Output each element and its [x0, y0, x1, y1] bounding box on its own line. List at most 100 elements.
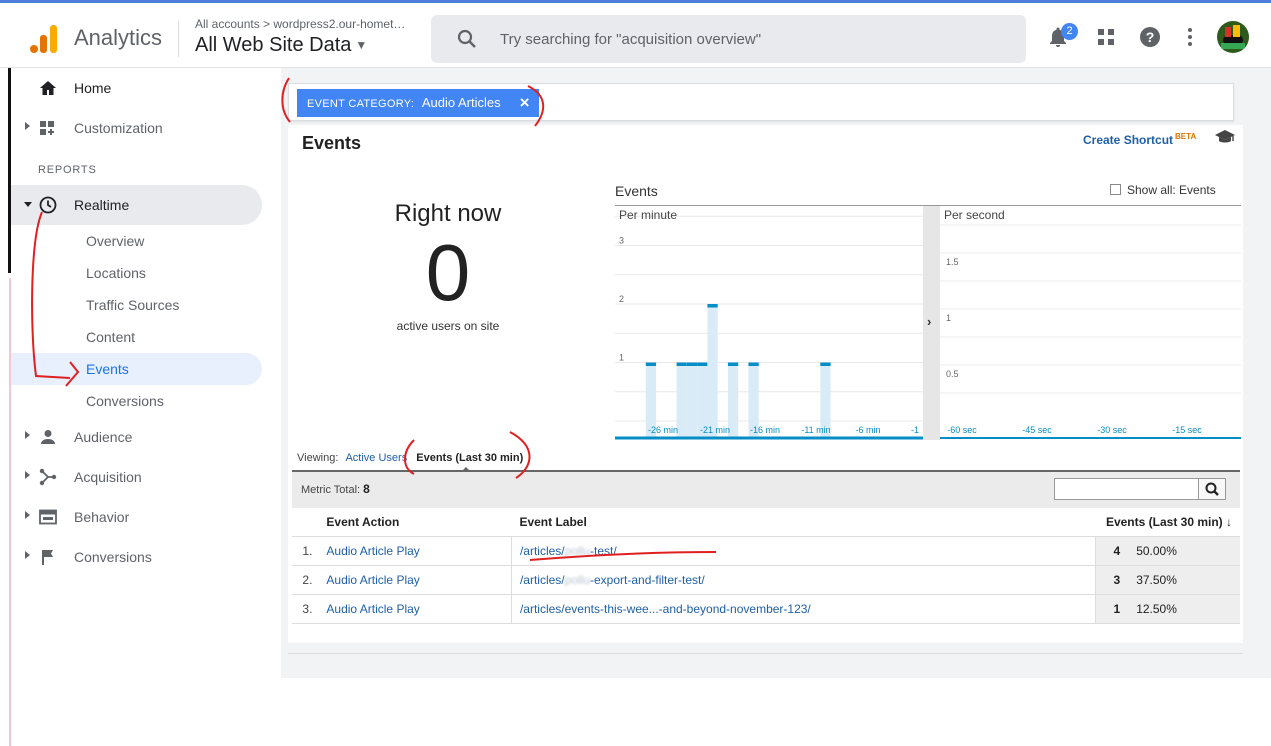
reports-section-label: REPORTS	[38, 164, 97, 176]
viewing-label: Viewing:	[297, 452, 339, 464]
chart-splitter[interactable]	[923, 206, 940, 440]
clock-icon	[39, 196, 57, 214]
app-name: Analytics	[74, 25, 163, 50]
per-second-label: Per second	[944, 208, 1005, 222]
sidebar-item-audience[interactable]: Audience	[11, 417, 262, 457]
sidebar-item-home[interactable]: Home	[11, 68, 262, 108]
viewing-option-events[interactable]: Events (Last 30 min)	[416, 452, 523, 464]
account-breadcrumb[interactable]: All accounts > wordpress2.our-homet…	[195, 17, 405, 31]
event-percent: 50.00%	[1128, 536, 1240, 566]
graduation-cap-icon[interactable]	[1214, 129, 1236, 145]
sidebar: Home Customization REPORTS Realtime Over…	[11, 68, 281, 678]
apps-grid-icon[interactable]	[1094, 25, 1118, 49]
x-tick-label: -45 sec	[1022, 425, 1052, 435]
sidebar-subitem-locations[interactable]: Locations	[11, 257, 262, 289]
index-column-header	[292, 508, 319, 537]
sidebar-item-realtime[interactable]: Realtime	[11, 185, 262, 225]
bar-cap	[686, 362, 698, 366]
events-chart-svg: Per minute 1 2 3 -26 min -21 min -16 min -11 …	[615, 205, 1241, 440]
x-tick-label: -11 min	[801, 425, 830, 435]
metric-total-label: Metric Total:	[301, 484, 361, 496]
show-all-checkbox[interactable]	[1110, 184, 1121, 195]
x-tick-label: -21 min	[700, 425, 730, 435]
create-shortcut-label: Create Shortcut	[1083, 133, 1174, 147]
column-header-events-label: Events (Last 30 min)	[1105, 514, 1223, 529]
column-header-event-label[interactable]: Event Label	[511, 508, 1096, 537]
expand-arrow-icon	[25, 431, 30, 439]
bar	[676, 362, 687, 438]
filter-key: EVENT CATEGORY:	[307, 98, 415, 110]
bar-cap	[820, 362, 831, 366]
viewing-option-active-users[interactable]: Active Users	[345, 452, 407, 464]
event-label-link[interactable]: /articles/events-this-wee...-and-beyond-…	[510, 594, 1096, 624]
bar-cap	[697, 362, 708, 366]
viewing-switcher: Viewing: Active Users Events (Last 30 mi…	[297, 452, 523, 464]
event-label-suffix: -export-and-filter-test/	[590, 572, 705, 587]
sidebar-subitem-conversions[interactable]: Conversions	[11, 385, 262, 417]
table-row: 1. Audio Article Play /articles/pollu-te…	[292, 536, 1240, 566]
customization-icon	[40, 121, 54, 135]
table-search-input[interactable]	[1054, 478, 1226, 500]
sidebar-item-behavior[interactable]: Behavior	[11, 497, 262, 537]
behavior-icon	[39, 509, 57, 525]
home-icon	[40, 81, 56, 95]
notification-badge: 2	[1061, 23, 1078, 40]
table-row: 2. Audio Article Play /articles/pollu-ex…	[292, 565, 1240, 595]
search-icon	[1205, 482, 1219, 496]
view-selector[interactable]: All Web Site Data ▼	[195, 34, 367, 57]
y-tick-label: 1	[619, 353, 624, 363]
create-shortcut-link[interactable]: Create Shortcut BETA	[1083, 132, 1196, 147]
event-label-suffix: -test/	[590, 543, 617, 558]
x-tick-label: -30 sec	[1097, 425, 1127, 435]
event-label-link[interactable]: /articles/pollu-export-and-filter-test/	[510, 565, 1096, 595]
sidebar-item-label: Acquisition	[74, 469, 142, 485]
event-action-link[interactable]: Audio Article Play	[318, 536, 512, 566]
events-panel: Events Create Shortcut BETA Right now 0 a…	[288, 125, 1243, 643]
sidebar-subitem-content[interactable]: Content	[11, 321, 262, 353]
bar	[707, 304, 718, 438]
chart-title: Events	[615, 183, 658, 199]
bar-cap	[645, 362, 657, 366]
help-icon[interactable]: ?	[1138, 25, 1162, 49]
bar-cap	[707, 304, 718, 308]
more-vert-icon[interactable]	[1178, 25, 1202, 49]
table-search-button[interactable]	[1198, 478, 1226, 500]
remove-filter-icon[interactable]: ×	[520, 89, 530, 117]
panel-footer-divider	[288, 653, 1243, 654]
sidebar-item-label: Realtime	[74, 197, 130, 213]
column-header-event-action[interactable]: Event Action	[318, 508, 512, 537]
sidebar-subitem-label: Content	[86, 329, 136, 345]
y-tick-label: 1	[946, 313, 951, 323]
event-action-link[interactable]: Audio Article Play	[318, 594, 512, 624]
sidebar-subitem-traffic-sources[interactable]: Traffic Sources	[11, 289, 262, 321]
event-label-prefix: /articles/events-this-wee...-and-beyond-…	[519, 601, 811, 616]
sidebar-item-acquisition[interactable]: Acquisition	[11, 457, 262, 497]
sidebar-item-customization[interactable]: Customization	[11, 108, 262, 148]
beta-badge: BETA	[1175, 132, 1197, 141]
event-label-prefix: /articles/	[519, 543, 565, 558]
active-users-caption: active users on site	[396, 319, 500, 333]
analytics-logo[interactable]	[28, 23, 58, 53]
x-tick-label: -1	[911, 425, 919, 435]
event-action-link[interactable]: Audio Article Play	[318, 565, 512, 595]
y-tick-label: 0.5	[946, 369, 959, 379]
x-tick-label: -26 min	[648, 425, 678, 435]
sidebar-subitem-events[interactable]: Events	[11, 353, 262, 385]
sort-desc-icon: ↓	[1226, 514, 1232, 529]
event-count: 1	[1095, 594, 1129, 624]
search-placeholder: Try searching for "acquisition overview"	[500, 31, 762, 48]
sidebar-item-label: Conversions	[74, 549, 152, 565]
expand-chevron-icon[interactable]: ›	[927, 314, 931, 329]
events-chart: Per minute 1 2 3 -26 min -21 min -16 min -11 …	[615, 205, 1241, 441]
account-avatar[interactable]	[1217, 21, 1249, 53]
filter-bar: EVENT CATEGORY: Audio Articles ×	[288, 83, 1234, 121]
active-users-count: 0	[425, 228, 471, 317]
event-category-filter-chip[interactable]: EVENT CATEGORY: Audio Articles ×	[297, 89, 539, 117]
sidebar-subitem-overview[interactable]: Overview	[11, 225, 262, 257]
event-label-link[interactable]: /articles/pollu-test/	[510, 536, 1096, 566]
column-header-events[interactable]: Events (Last 30 min) ↓	[1095, 508, 1240, 537]
show-all-events-toggle[interactable]: Show all: Events	[1110, 183, 1216, 197]
x-tick-label: -16 min	[750, 425, 780, 435]
sidebar-item-conversions[interactable]: Conversions	[11, 537, 262, 577]
search-bar[interactable]: Try searching for "acquisition overview"	[431, 15, 1026, 63]
